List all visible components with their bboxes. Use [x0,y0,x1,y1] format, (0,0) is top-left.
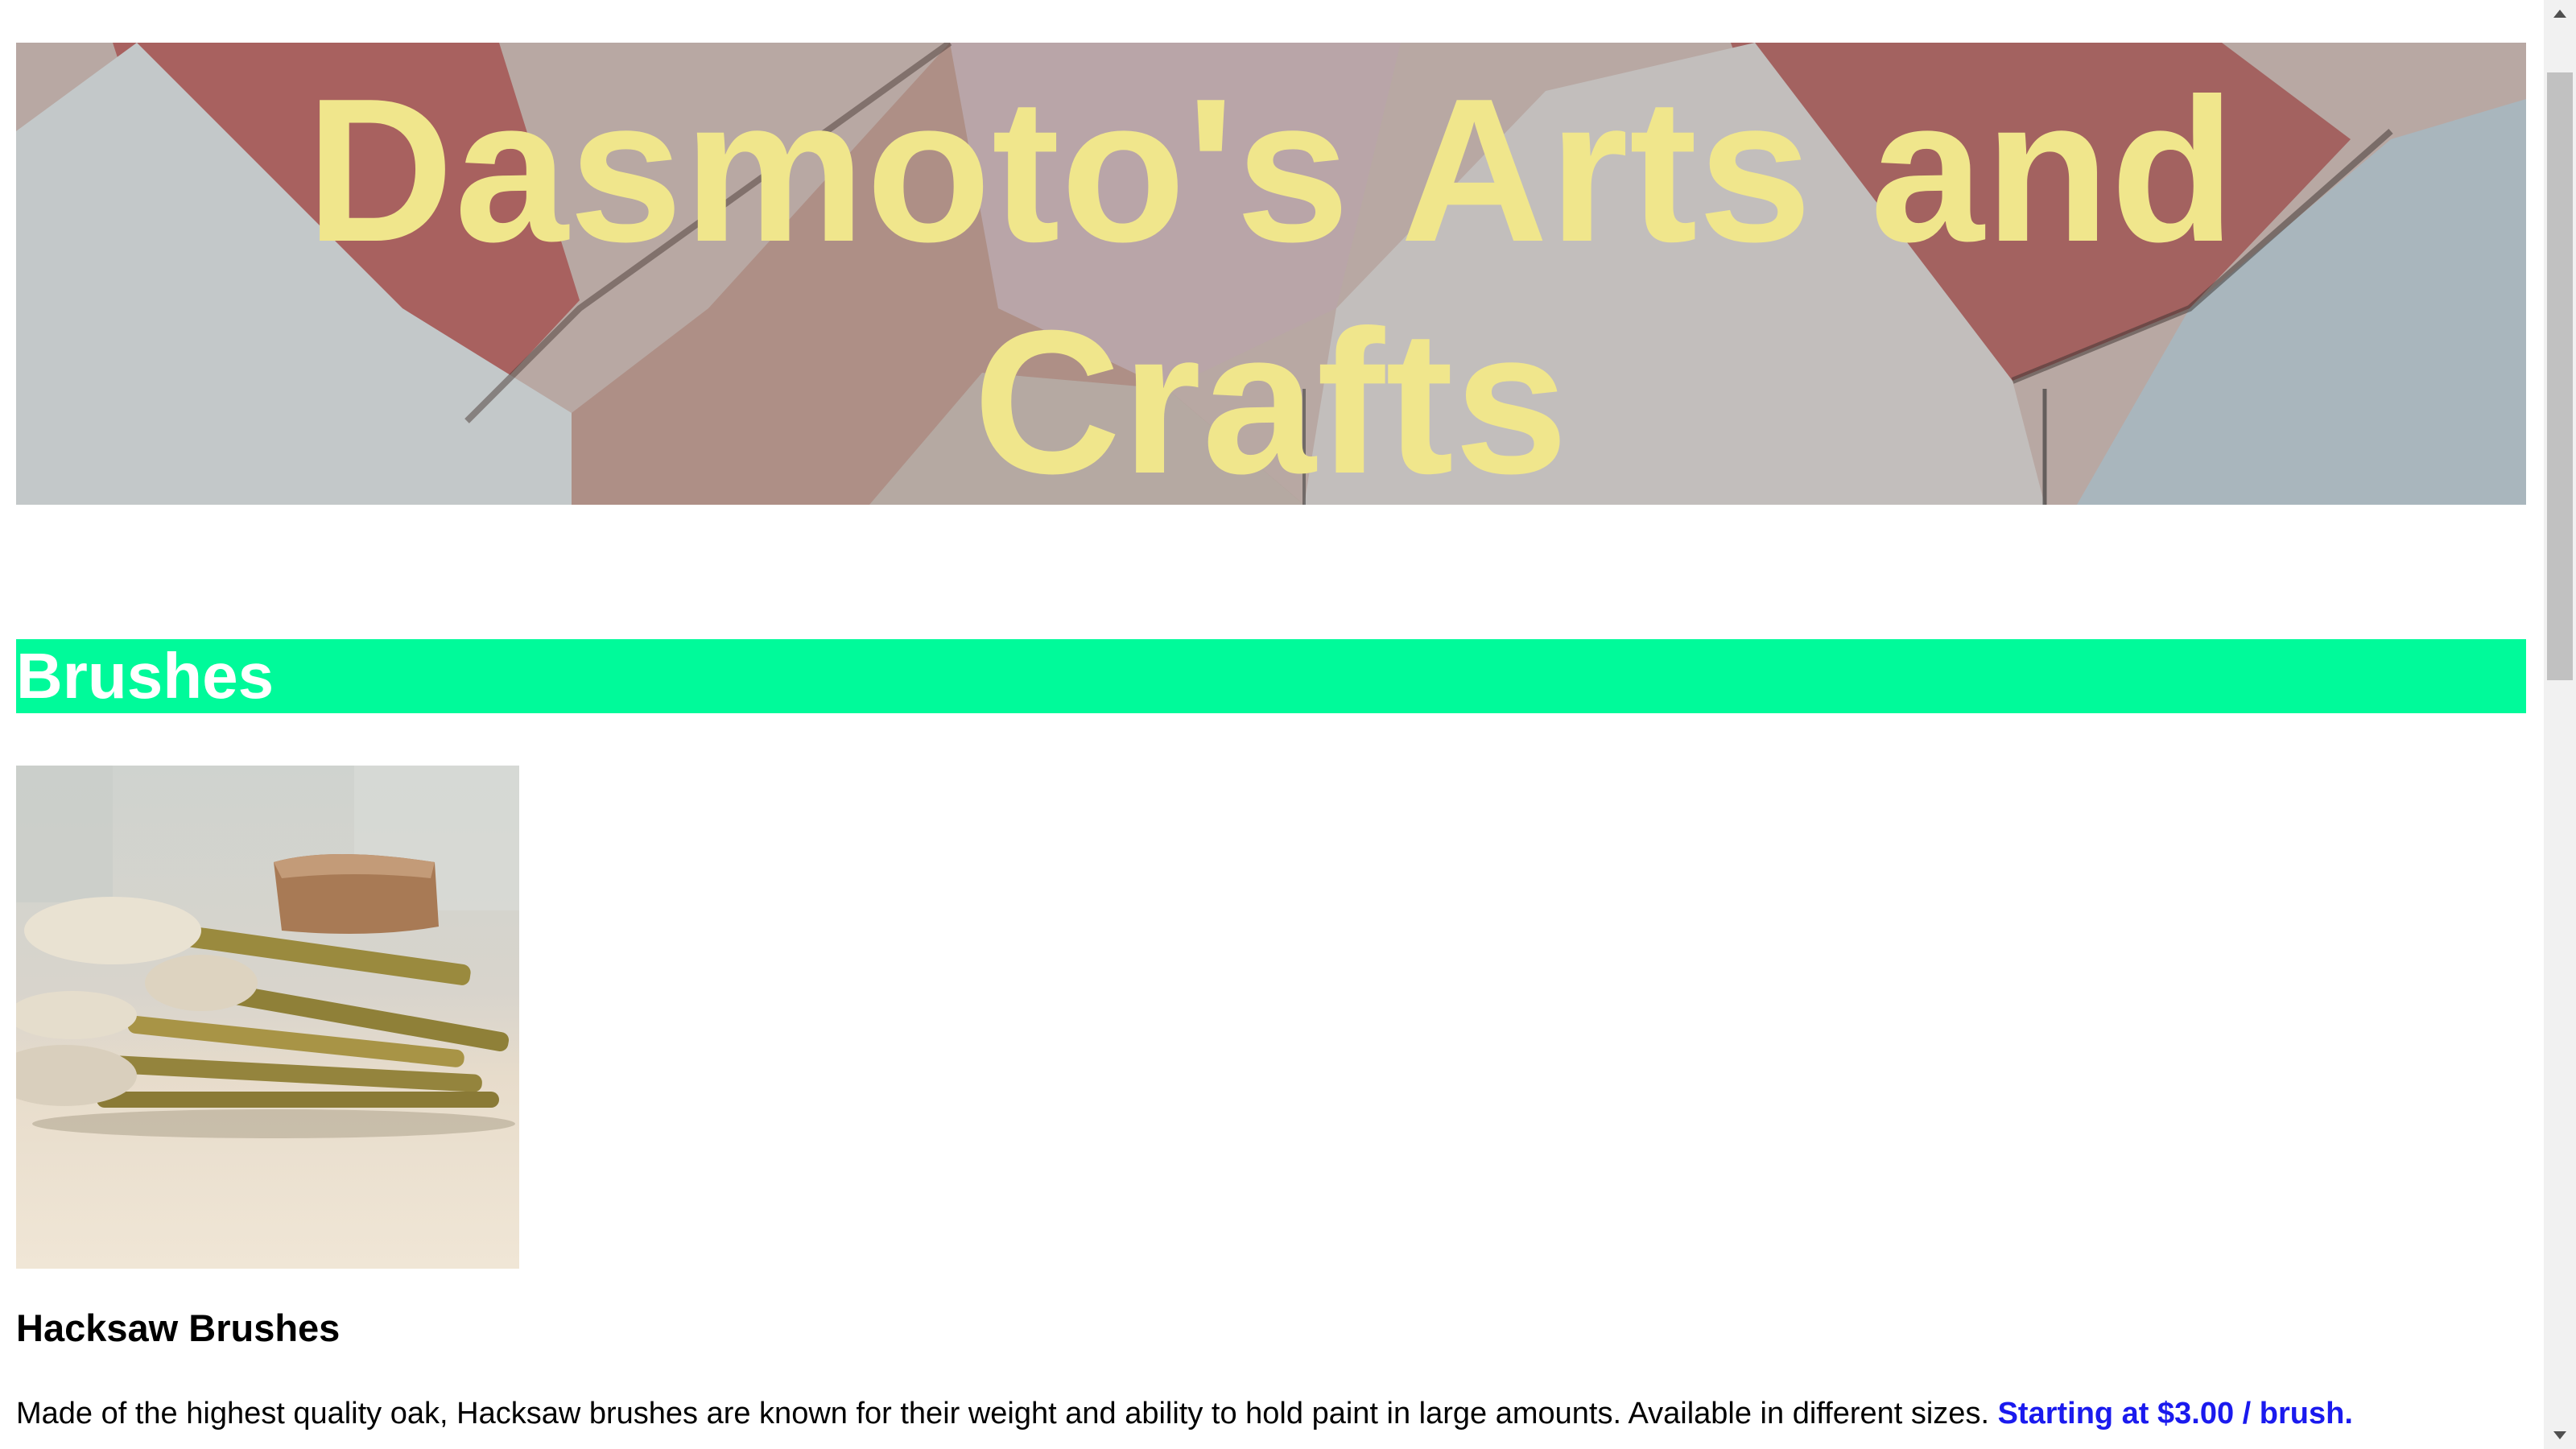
product-title: Hacksaw Brushes [16,1307,341,1349]
product-price: Starting at $3.00 / brush. [1997,1397,2353,1430]
vertical-scrollbar[interactable] [2544,0,2576,1449]
triangle-down-icon [2553,1431,2566,1439]
brushes-photo [16,766,519,1269]
section-heading-bar: Brushes [16,639,2526,713]
scroll-down-button[interactable] [2544,1422,2576,1449]
header-banner: Dasmoto's Arts and Crafts [16,43,2526,505]
product-description-text: Made of the highest quality oak, Hacksaw… [16,1397,1989,1430]
section-heading: Brushes [16,640,275,712]
product-description: Made of the highest quality oak, Hacksaw… [16,1391,2520,1436]
scroll-up-button[interactable] [2544,0,2576,27]
scrollbar-thumb[interactable] [2547,72,2573,680]
site-title: Dasmoto's Arts and Crafts [306,56,2236,505]
product-image [16,766,519,1269]
triangle-up-icon [2553,10,2566,18]
page: Dasmoto's Arts and Crafts Brushes Hacksa… [0,0,2544,1449]
